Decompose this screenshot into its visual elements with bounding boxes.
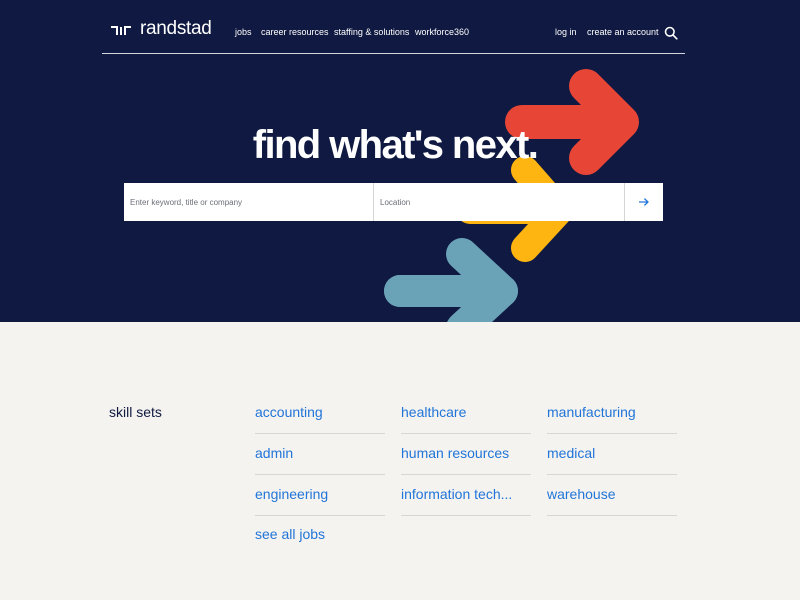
skill-link-healthcare[interactable]: healthcare — [401, 404, 466, 420]
skill-link-admin[interactable]: admin — [255, 445, 293, 461]
nav-workforce360[interactable]: workforce360 — [415, 27, 469, 37]
skill-link-manufacturing[interactable]: manufacturing — [547, 404, 636, 420]
nav-staffing-solutions[interactable]: staffing & solutions — [334, 27, 409, 37]
divider — [547, 474, 677, 475]
divider — [401, 433, 531, 434]
login-link[interactable]: log in — [555, 27, 577, 37]
search-icon[interactable] — [664, 26, 678, 40]
keyword-search-input[interactable] — [124, 183, 374, 221]
brand-logo[interactable]: randstad — [110, 18, 212, 40]
skill-link-engineering[interactable]: engineering — [255, 486, 328, 502]
divider — [255, 515, 385, 516]
create-account-link[interactable]: create an account — [587, 27, 659, 37]
hero-headline: find what's next. — [252, 123, 539, 167]
top-navigation: randstad jobs career resources staffing … — [102, 0, 685, 54]
nav-jobs[interactable]: jobs — [235, 27, 252, 37]
location-input[interactable] — [374, 183, 625, 221]
skill-link-human-resources[interactable]: human resources — [401, 445, 509, 461]
divider — [547, 515, 677, 516]
divider — [255, 433, 385, 434]
skill-link-warehouse[interactable]: warehouse — [547, 486, 616, 502]
arrow-blue-shape — [384, 238, 518, 322]
skill-sets-heading: skill sets — [109, 404, 162, 420]
job-search-bar — [124, 183, 663, 221]
arrow-right-icon — [639, 198, 649, 206]
see-all-jobs-link[interactable]: see all jobs — [255, 526, 325, 542]
divider — [547, 433, 677, 434]
divider — [401, 515, 531, 516]
randstad-logo-icon — [111, 26, 131, 35]
brand-name: randstad — [140, 18, 212, 39]
skill-link-information-technology[interactable]: information tech... — [401, 486, 512, 502]
skill-link-medical[interactable]: medical — [547, 445, 595, 461]
divider — [401, 474, 531, 475]
skill-link-accounting[interactable]: accounting — [255, 404, 323, 420]
nav-career-resources[interactable]: career resources — [261, 27, 329, 37]
divider — [255, 474, 385, 475]
hero-section: randstad jobs career resources staffing … — [0, 0, 800, 322]
search-submit-button[interactable] — [625, 183, 663, 221]
